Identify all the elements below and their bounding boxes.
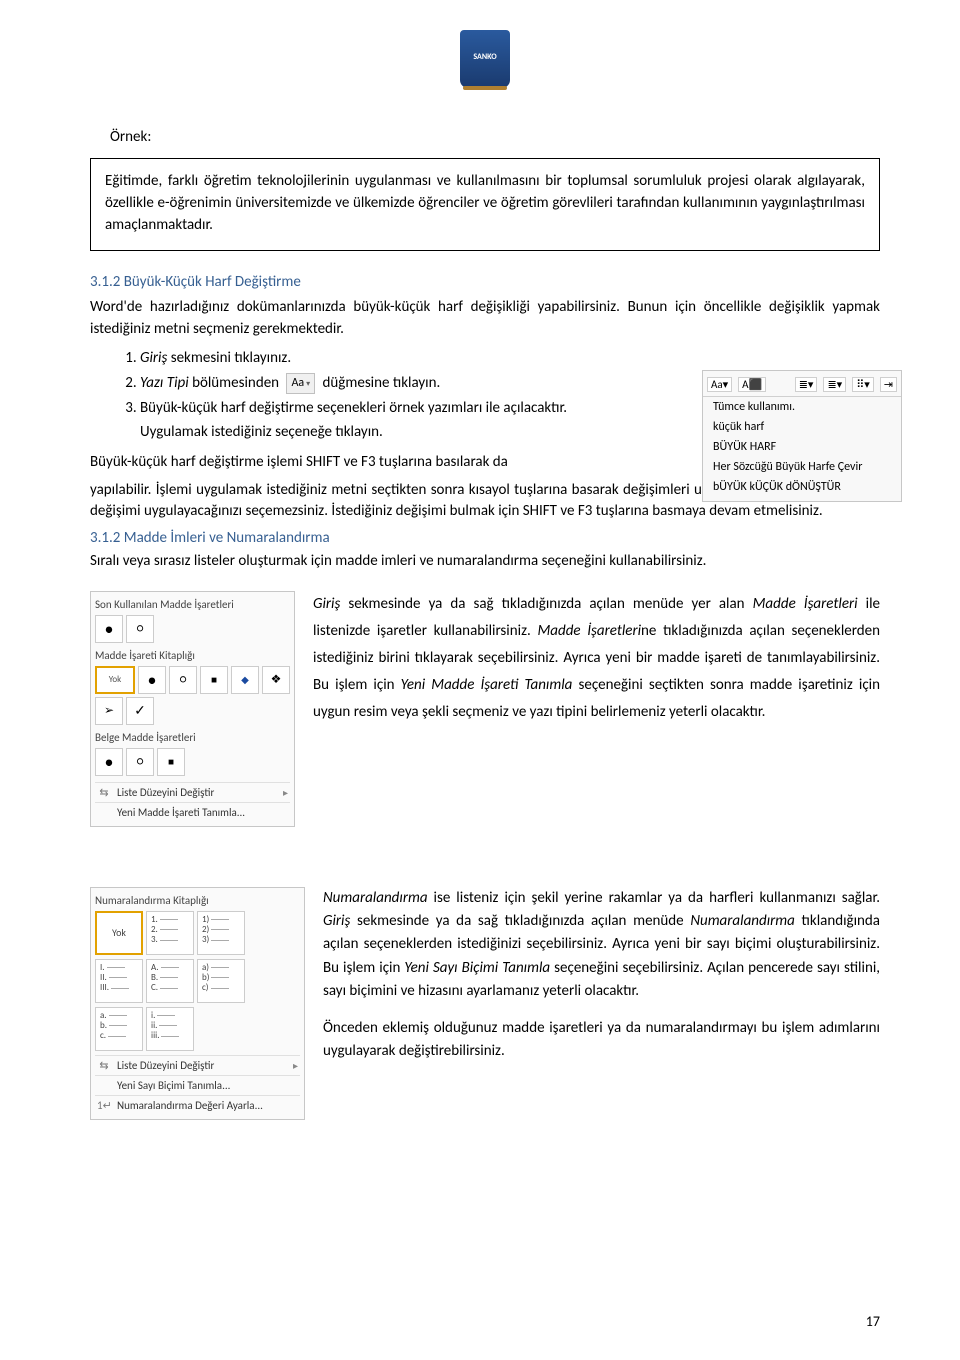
bullet-circle[interactable] bbox=[126, 615, 154, 643]
bullets-tool-icon[interactable]: ≣▾ bbox=[795, 377, 818, 392]
case-menu-toolbar: Aa▾ A⬛ ≣▾ ≣▾ ⠿▾ ⇥ bbox=[703, 375, 901, 397]
bullet-dot-2[interactable] bbox=[138, 666, 166, 694]
recent-bullets-label: Son Kullanılan Madde İşaretleri bbox=[95, 598, 290, 611]
numbering-decimal-paren[interactable]: 1)2)3) bbox=[197, 911, 245, 955]
example-label: Örnek: bbox=[110, 128, 880, 146]
numbering-change-level[interactable]: ⇆Liste Düzeyini Değiştir▸ bbox=[95, 1055, 300, 1075]
bullet-circle-3[interactable] bbox=[126, 748, 154, 776]
case-option-toggle[interactable]: bÜYÜK kÜÇÜK dÖNÜŞTÜR bbox=[703, 477, 901, 497]
case-option-titlecase[interactable]: Her Sözcüğü Büyük Harfe Çevir bbox=[703, 457, 901, 477]
bullet-star[interactable] bbox=[262, 666, 290, 694]
bullet-library-label: Madde İşareti Kitaplığı bbox=[95, 649, 290, 662]
aa-dropdown-icon[interactable]: Aa▾ bbox=[286, 373, 315, 394]
case-change-steps: Giriş sekmesini tıklayınız. Yazı Tipi bö… bbox=[140, 347, 582, 444]
page-number: 17 bbox=[866, 1313, 880, 1330]
define-new-number-format[interactable]: Yeni Sayı Biçimi Tanımla... bbox=[95, 1075, 300, 1095]
numbering-alpha-upper[interactable]: A.B.C. bbox=[146, 959, 194, 1003]
case-change-menu: Aa▾ A⬛ ≣▾ ≣▾ ⠿▾ ⇥ Tümce kullanımı. küçük… bbox=[702, 370, 902, 502]
bullet-dot-3[interactable] bbox=[95, 748, 123, 776]
set-numbering-value[interactable]: 1↵Numaralandırma Değeri Ayarla... bbox=[95, 1095, 300, 1115]
example-box: Eğitimde, farklı öğretim teknolojilerini… bbox=[90, 158, 880, 251]
numbering-description-1: Numaralandırma ise listeniz için şekil y… bbox=[323, 887, 880, 1003]
step-1: Giriş sekmesini tıklayınız. bbox=[140, 347, 582, 370]
bullet-arrow[interactable] bbox=[95, 697, 123, 725]
step-3: Büyük-küçük harf değiştirme seçenekleri … bbox=[140, 397, 582, 444]
define-new-bullet[interactable]: Yeni Madde İşareti Tanımla... bbox=[95, 802, 290, 822]
bullet-diamond[interactable] bbox=[231, 666, 259, 694]
heading-case-change: 3.1.2 Büyük-Küçük Harf Değiştirme bbox=[90, 273, 880, 291]
bullet-square[interactable] bbox=[200, 666, 228, 694]
bullet-none[interactable]: Yok bbox=[95, 666, 135, 694]
bullet-square-2[interactable] bbox=[157, 748, 185, 776]
numbering-alpha-lower-dot[interactable]: a.b.c. bbox=[95, 1007, 143, 1051]
highlight-tool-icon[interactable]: A⬛ bbox=[738, 377, 766, 392]
numbering-none[interactable]: Yok bbox=[95, 911, 143, 955]
numbering-library-panel: Numaralandırma Kitaplığı Yok 1.2.3. 1)2)… bbox=[90, 887, 305, 1120]
numbering-description-2: Önceden eklemiş olduğunuz madde işaretle… bbox=[323, 1017, 880, 1064]
bullets-description: Giriş sekmesinde ya da sağ tıkladığınızd… bbox=[313, 591, 880, 726]
case-change-intro: Word'de hazırladığınız dokümanlarınızda … bbox=[90, 297, 880, 341]
indent-tool-icon[interactable]: ⇥ bbox=[880, 377, 897, 392]
numbering-library-label: Numaralandırma Kitaplığı bbox=[95, 894, 300, 907]
bullet-check[interactable] bbox=[126, 697, 154, 725]
numbering-decimal-dot[interactable]: 1.2.3. bbox=[146, 911, 194, 955]
bullet-library-panel: Son Kullanılan Madde İşaretleri Madde İş… bbox=[90, 591, 295, 827]
bullet-dot[interactable] bbox=[95, 615, 123, 643]
case-option-lower[interactable]: küçük harf bbox=[703, 417, 901, 437]
example-text: Eğitimde, farklı öğretim teknolojilerini… bbox=[105, 172, 865, 234]
multilevel-tool-icon[interactable]: ⠿▾ bbox=[852, 377, 874, 392]
sanko-logo bbox=[460, 30, 510, 88]
heading-bullets-numbering: 3.1.2 Madde İmleri ve Numaralandırma bbox=[90, 529, 880, 547]
step-2: Yazı Tipi bölümesinden Aa▾ düğmesine tık… bbox=[140, 372, 582, 395]
case-option-upper[interactable]: BÜYÜK HARF bbox=[703, 437, 901, 457]
bullet-circle-2[interactable] bbox=[169, 666, 197, 694]
doc-bullets-label: Belge Madde İşaretleri bbox=[95, 731, 290, 744]
bullets-numbering-intro: Sıralı veya sırasız listeler oluşturmak … bbox=[90, 551, 880, 573]
numbering-tool-icon[interactable]: ≣▾ bbox=[823, 377, 846, 392]
numbering-alpha-lower-paren[interactable]: a)b)c) bbox=[197, 959, 245, 1003]
numbering-roman-lower[interactable]: i.ii.iii. bbox=[146, 1007, 194, 1051]
case-option-sentence[interactable]: Tümce kullanımı. bbox=[703, 397, 901, 417]
numbering-roman-upper[interactable]: I.II.III. bbox=[95, 959, 143, 1003]
aa-tool-icon[interactable]: Aa▾ bbox=[707, 377, 732, 392]
change-list-level[interactable]: ⇆Liste Düzeyini Değiştir▸ bbox=[95, 782, 290, 802]
